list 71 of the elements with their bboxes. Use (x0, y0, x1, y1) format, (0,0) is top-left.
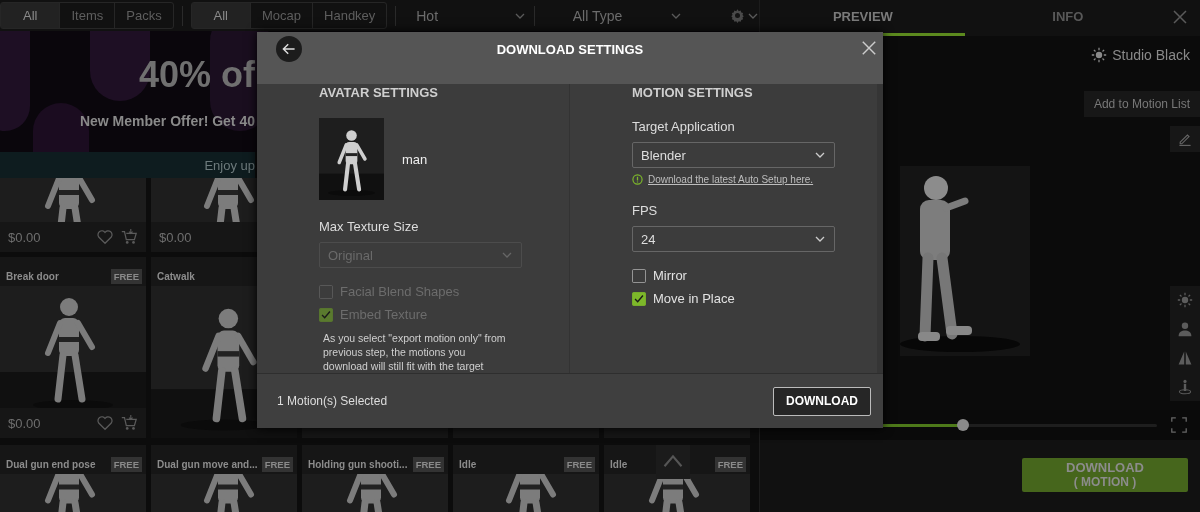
sun-icon[interactable] (1177, 292, 1193, 308)
select-field[interactable]: 24 (632, 226, 835, 252)
field-label: Max Texture Size (319, 219, 420, 234)
section-heading: AVATAR SETTINGS (319, 86, 439, 100)
info-icon (632, 174, 643, 185)
field-label: Target Application (632, 119, 736, 134)
avatar-name: man (402, 151, 428, 167)
slider-thumb[interactable] (956, 418, 969, 431)
product-card[interactable]: Idle FREE (453, 445, 599, 512)
free-badge: FREE (563, 456, 595, 472)
settings-button[interactable] (730, 8, 760, 23)
download-button[interactable]: DOWNLOAD (773, 386, 871, 416)
select-field[interactable]: Blender (632, 142, 835, 168)
type-dropdown[interactable]: All Type (554, 7, 683, 24)
sun-icon (1091, 47, 1108, 63)
fullscreen-icon[interactable] (1171, 417, 1187, 433)
back-button[interactable] (276, 36, 302, 62)
environment-button[interactable]: Studio Black (1091, 47, 1190, 63)
product-card[interactable]: $0.00 (0, 178, 146, 252)
note-text: As you select "export motion only" from previous step, the motions you download will still fit with the target (322, 331, 507, 373)
checkbox-label: Mirror (653, 268, 687, 283)
price: $0.00 (8, 229, 41, 245)
product-card[interactable]: Break door FREE $0.00 (0, 257, 146, 438)
settings-icon (730, 8, 746, 23)
free-badge: FREE (412, 456, 444, 472)
filter-tab[interactable]: All (191, 3, 250, 28)
product-card[interactable]: Holding gun shooti... FREE (302, 445, 448, 512)
card-title: Idle (610, 458, 628, 470)
checkbox[interactable] (632, 291, 646, 306)
card-title: Dual gun end pose (6, 458, 96, 470)
card-title: Break door (6, 270, 59, 282)
setup-link[interactable]: Download the latest Auto Setup here. (648, 174, 814, 185)
filter-tab[interactable]: Mocap (250, 3, 313, 28)
card-title: Dual gun move and... (157, 458, 258, 470)
checkbox-label: Move in Place (653, 291, 735, 306)
free-badge: FREE (714, 456, 746, 472)
card-title: Catwalk (157, 270, 195, 282)
heart-icon[interactable] (96, 228, 114, 246)
mirror-icon[interactable] (1177, 350, 1193, 366)
panel-tab[interactable]: INFO (965, 0, 1171, 36)
price: $0.00 (159, 229, 192, 245)
card-title: Idle (459, 458, 477, 470)
price: $0.00 (8, 415, 41, 431)
edit-button[interactable] (1170, 126, 1200, 152)
add-to-list-button[interactable]: Add to Motion List (1083, 91, 1200, 117)
card-title: Holding gun shooti... (308, 458, 408, 470)
strip-text: Enjoy up (204, 157, 255, 173)
sort-dropdown[interactable]: Hot (404, 7, 526, 24)
section-heading: MOTION SETTINGS (632, 86, 754, 100)
back-arrow-icon (281, 41, 297, 57)
product-card[interactable]: Dual gun move and... FREE (151, 445, 297, 512)
checkbox[interactable] (632, 268, 646, 283)
person-icon[interactable] (1177, 321, 1193, 337)
filter-tab[interactable]: Packs (114, 3, 173, 28)
banner-headline: 40% of (138, 53, 255, 97)
free-badge: FREE (110, 268, 142, 284)
filter-tab[interactable]: All (1, 3, 60, 28)
free-badge: FREE (110, 456, 142, 472)
free-badge: FREE (261, 456, 293, 472)
dialog-title: DOWNLOAD SETTINGS (496, 42, 644, 57)
close-icon[interactable] (1172, 9, 1188, 25)
cart-icon[interactable] (120, 228, 138, 246)
cart-icon[interactable] (120, 414, 138, 432)
banner-offer: New Member Offer! Get 40 (79, 113, 255, 129)
pencil-icon (1177, 131, 1193, 147)
filter-tab[interactable]: Handkey (312, 3, 387, 28)
filter-tab[interactable]: Items (59, 3, 115, 28)
field-label: FPS (632, 203, 659, 218)
standing-figure-icon[interactable] (1177, 379, 1193, 395)
heart-icon[interactable] (96, 414, 114, 432)
product-card[interactable]: Dual gun end pose FREE (0, 445, 146, 512)
